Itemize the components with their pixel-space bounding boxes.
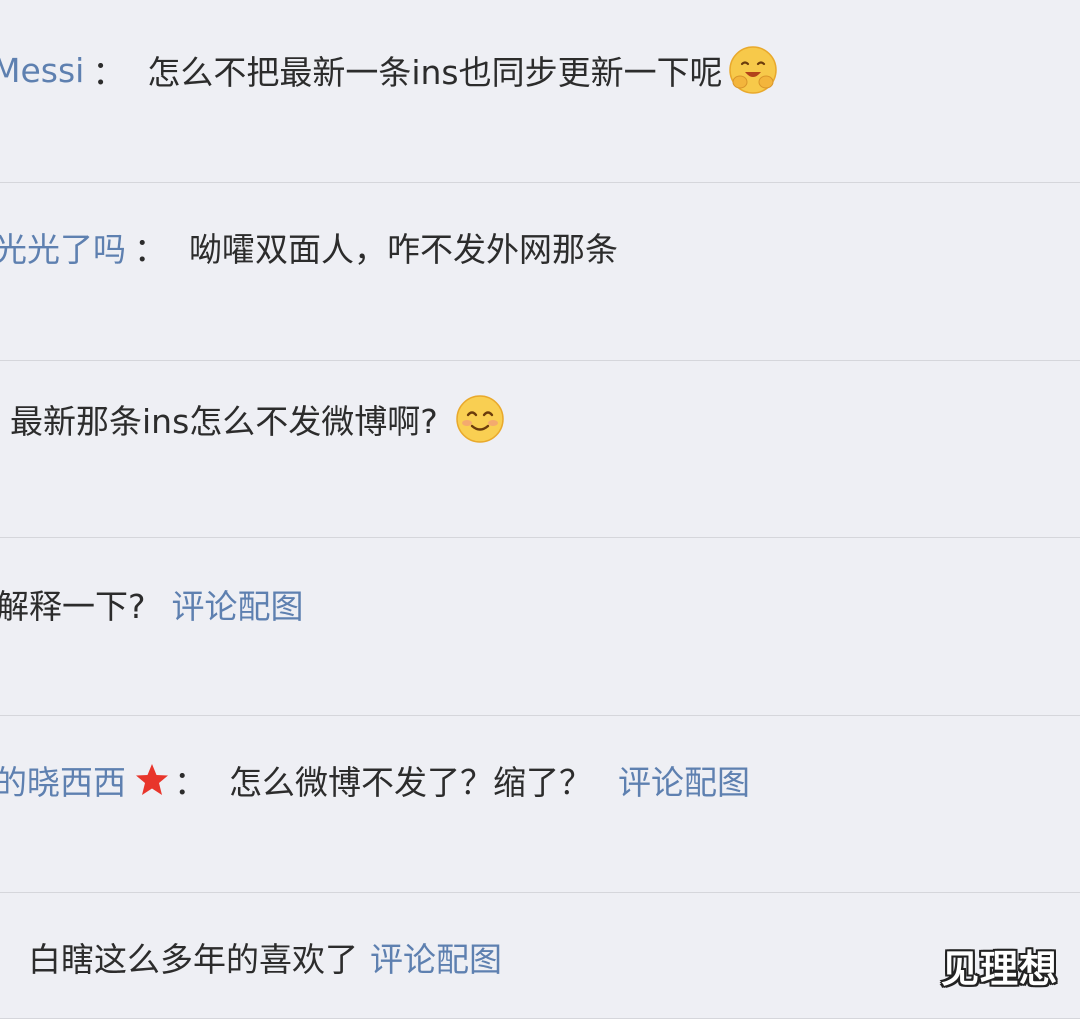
star-icon xyxy=(136,764,168,795)
comment-line: 最新那条ins怎么不发微博啊? xyxy=(10,393,506,445)
comment-image-link[interactable]: 评论配图 xyxy=(172,580,304,628)
comment-text: 怎么不把最新一条ins也同步更新一下呢 xyxy=(147,53,723,92)
comment-text: 白瞎这么多年的喜欢了 xyxy=(28,940,358,979)
smile-emoji-icon xyxy=(456,395,504,443)
hug-emoji-icon xyxy=(728,46,777,94)
comment-list: Messi ： 怎么不把最新一条ins也同步更新一下呢 光光了吗 ： 呦嚯双面人… xyxy=(0,0,1080,1019)
comment-item: 解释一下? 评论配图 xyxy=(0,538,1080,716)
comment-username[interactable]: Messi xyxy=(0,51,84,90)
comment-image-link[interactable]: 评论配图 xyxy=(370,933,502,981)
comment-item: 光光了吗 ： 呦嚯双面人，咋不发外网那条 xyxy=(0,183,1080,361)
comment-username[interactable]: 光光了吗 xyxy=(0,223,126,271)
comment-separator: ： xyxy=(92,53,126,92)
comment-text: 解释一下? xyxy=(0,587,146,626)
watermark: 见理想 xyxy=(940,947,1058,991)
comment-line: 的晓西西 ： 怎么微博不发了？缩了？ 评论配图 xyxy=(0,756,750,804)
comment-item: 最新那条ins怎么不发微博啊? xyxy=(0,361,1080,538)
comment-text: 呦嚯双面人，咋不发外网那条 xyxy=(189,230,618,269)
comment-separator: ： xyxy=(174,763,207,802)
comment-image-link[interactable]: 评论配图 xyxy=(618,756,750,804)
comment-item: 白瞎这么多年的喜欢了 评论配图 xyxy=(0,893,1080,1019)
comment-item: 的晓西西 ： 怎么微博不发了？缩了？ 评论配图 xyxy=(0,716,1080,893)
comment-line: 白瞎这么多年的喜欢了 评论配图 xyxy=(28,933,502,981)
comment-line: 光光了吗 ： 呦嚯双面人，咋不发外网那条 xyxy=(0,223,618,271)
comment-line: Messi ： 怎么不把最新一条ins也同步更新一下呢 xyxy=(0,44,779,96)
comment-username[interactable]: 的晓西西 xyxy=(0,756,126,804)
comment-text: 最新那条ins怎么不发微博啊? xyxy=(10,402,438,441)
comment-line: 解释一下? 评论配图 xyxy=(0,580,304,628)
comment-item: Messi ： 怎么不把最新一条ins也同步更新一下呢 xyxy=(0,0,1080,183)
comment-text: 怎么微博不发了？缩了？ xyxy=(229,763,592,802)
comment-separator: ： xyxy=(134,230,167,269)
